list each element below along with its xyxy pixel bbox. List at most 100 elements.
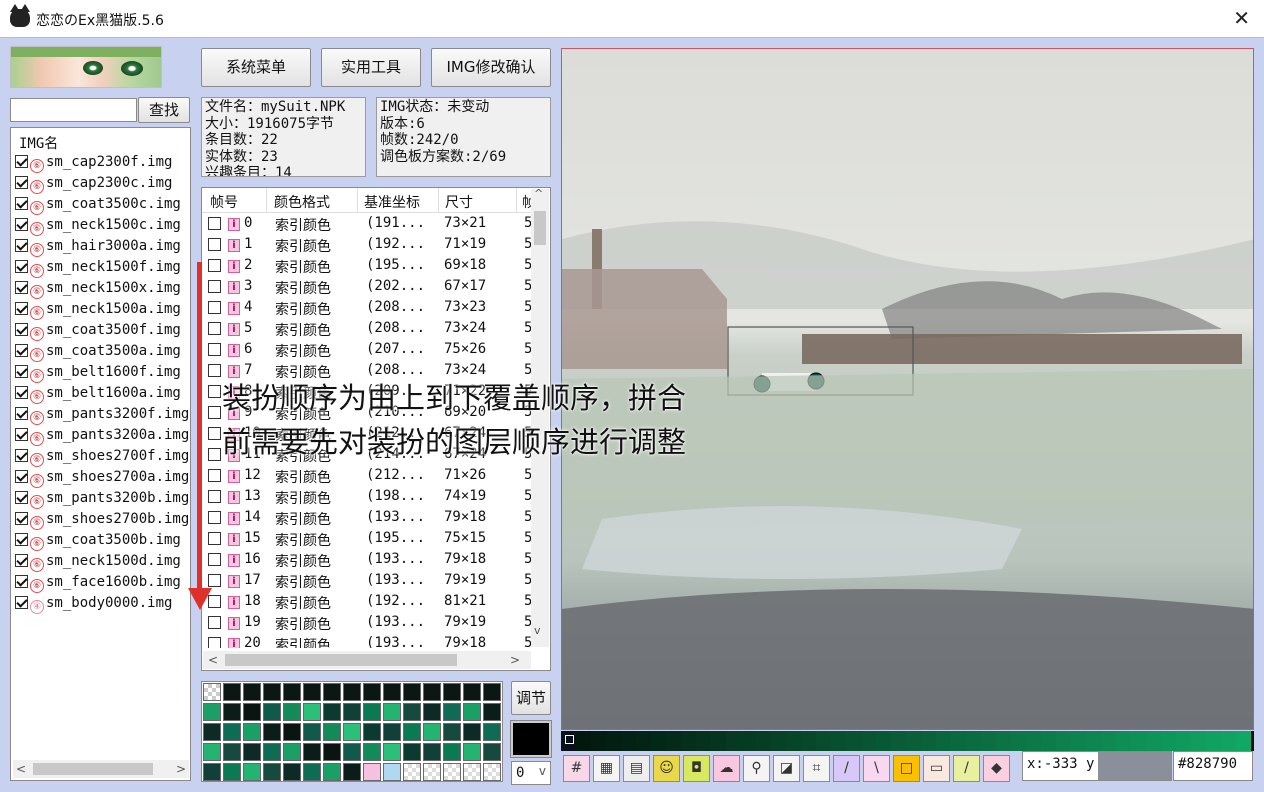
palette-cell[interactable] — [243, 683, 261, 701]
palette-cell[interactable] — [343, 743, 361, 761]
pencil-tool-icon[interactable]: / — [833, 755, 860, 782]
palette-cell[interactable] — [443, 683, 461, 701]
img-list-item[interactable]: ⑥ sm_belt1600f.img — [15, 364, 191, 385]
img-list-item[interactable]: ⑥ sm_coat3500b.img — [15, 532, 191, 553]
palette-cell[interactable] — [323, 763, 341, 781]
img-checkbox[interactable] — [15, 344, 28, 357]
grid-tool-icon[interactable]: # — [563, 755, 590, 782]
palette-cell[interactable] — [443, 763, 461, 781]
strip-color[interactable] — [876, 731, 891, 751]
palette-cell[interactable] — [403, 703, 421, 721]
line-tool-icon[interactable]: \ — [863, 755, 890, 782]
palette-cell[interactable] — [323, 683, 341, 701]
img-confirm-button[interactable]: IMG修改确认 — [431, 48, 551, 87]
strip-color[interactable] — [636, 731, 651, 751]
strip-color[interactable] — [1071, 731, 1086, 751]
palette-cell[interactable] — [303, 683, 321, 701]
strip-color[interactable] — [726, 731, 741, 751]
strip-color[interactable] — [606, 731, 621, 751]
palette-cell[interactable] — [243, 743, 261, 761]
palette-cell[interactable] — [203, 723, 221, 741]
palette-cell[interactable] — [303, 763, 321, 781]
img-checkbox[interactable] — [15, 176, 28, 189]
img-list-item[interactable]: ⑥ sm_shoes2700b.img — [15, 511, 191, 532]
img-list-item[interactable]: ⑥ sm_belt1600a.img — [15, 385, 191, 406]
crop-tool-icon[interactable]: ⌗ — [803, 755, 830, 782]
table-row[interactable]: i 5 索引颜色 (208... 73×24 5 — [202, 319, 532, 340]
palette-cell[interactable] — [443, 703, 461, 721]
img-list-item[interactable]: ⑥ sm_shoes2700a.img — [15, 469, 191, 490]
img-checkbox[interactable] — [15, 386, 28, 399]
current-color-swatch[interactable] — [510, 720, 552, 758]
camera-tool-icon[interactable]: ◘ — [683, 755, 710, 782]
strip-color[interactable] — [1146, 731, 1161, 751]
strip-color[interactable] — [666, 731, 681, 751]
frame-checkbox[interactable] — [208, 469, 221, 482]
frog-tool-icon[interactable]: ☺ — [653, 755, 680, 782]
frame-checkbox[interactable] — [208, 637, 221, 648]
img-checkbox[interactable] — [15, 302, 28, 315]
strip-color[interactable] — [1086, 731, 1101, 751]
palette-cell[interactable] — [403, 743, 421, 761]
scroll-right-icon[interactable]: > — [507, 651, 523, 669]
table-row[interactable]: i 16 索引颜色 (193... 79×18 5 — [202, 550, 532, 571]
palette-cell[interactable] — [403, 683, 421, 701]
palette-cell[interactable] — [463, 723, 481, 741]
strip-color[interactable] — [1131, 731, 1146, 751]
strip-color[interactable] — [1041, 731, 1056, 751]
palette-cell[interactable] — [223, 683, 241, 701]
img-checkbox[interactable] — [15, 596, 28, 609]
table-row[interactable]: i 19 索引颜色 (193... 79×19 5 — [202, 613, 532, 634]
strip-color[interactable] — [786, 731, 801, 751]
frame-checkbox[interactable] — [208, 490, 221, 503]
palette-cell[interactable] — [243, 703, 261, 721]
palette-cell[interactable] — [203, 743, 221, 761]
frame-checkbox[interactable] — [208, 616, 221, 629]
palette-cell[interactable] — [363, 743, 381, 761]
palette-grid[interactable] — [201, 681, 503, 782]
palette-cell[interactable] — [383, 763, 401, 781]
strip-color[interactable] — [1056, 731, 1071, 751]
table-row[interactable]: i 20 索引颜色 (193... 79×18 5 — [202, 634, 532, 648]
col-size[interactable]: 尺寸 — [445, 192, 473, 212]
palette-cell[interactable] — [323, 723, 341, 741]
palette-cell[interactable] — [263, 763, 281, 781]
search-input[interactable] — [10, 98, 137, 122]
img-list-item[interactable]: ⑥ sm_pants3200b.img — [15, 490, 191, 511]
fill-tool-icon[interactable]: ◆ — [983, 755, 1010, 782]
img-list[interactable]: IMG名 ⑥ sm_cap2300f.img ⑥ sm_cap2300c.img ⑥ sm… — [10, 127, 191, 781]
frame-checkbox[interactable] — [208, 364, 221, 377]
table-row[interactable]: i 15 索引颜色 (195... 75×15 5 — [202, 529, 532, 550]
palette-cell[interactable] — [263, 723, 281, 741]
scroll-down-icon[interactable]: v — [534, 624, 541, 637]
strip-color[interactable] — [1026, 731, 1041, 751]
strip-color[interactable] — [591, 731, 606, 751]
palette-cell[interactable] — [363, 683, 381, 701]
frame-checkbox[interactable] — [208, 511, 221, 524]
strip-color[interactable] — [891, 731, 906, 751]
strip-color[interactable] — [816, 731, 831, 751]
table-row[interactable]: i 6 索引颜色 (207... 75×26 5 — [202, 340, 532, 361]
adjust-button[interactable]: 调节 — [511, 681, 551, 715]
palette-cell[interactable] — [283, 683, 301, 701]
palette-cell[interactable] — [363, 763, 381, 781]
palette-cell[interactable] — [203, 683, 221, 701]
eyedropper-tool-icon[interactable]: / — [953, 755, 980, 782]
palette-cell[interactable] — [223, 743, 241, 761]
palette-cell[interactable] — [223, 763, 241, 781]
strip-color[interactable] — [741, 731, 756, 751]
palette-cell[interactable] — [283, 763, 301, 781]
palette-cell[interactable] — [323, 703, 341, 721]
img-list-item[interactable]: ⑥ sm_neck1500x.img — [15, 280, 191, 301]
img-list-item[interactable]: ⑥ sm_hair3000a.img — [15, 238, 191, 259]
img-list-item[interactable]: ⑥ sm_pants3200a.img — [15, 427, 191, 448]
eraser-tool-icon[interactable]: ▭ — [923, 755, 950, 782]
img-checkbox[interactable] — [15, 281, 28, 294]
palette-cell[interactable] — [403, 723, 421, 741]
frame-checkbox[interactable] — [208, 532, 221, 545]
palette-cell[interactable] — [463, 683, 481, 701]
scroll-up-icon[interactable]: ^ — [534, 187, 543, 200]
strip-color[interactable] — [801, 731, 816, 751]
strip-color[interactable] — [951, 731, 966, 751]
palette-cell[interactable] — [443, 743, 461, 761]
